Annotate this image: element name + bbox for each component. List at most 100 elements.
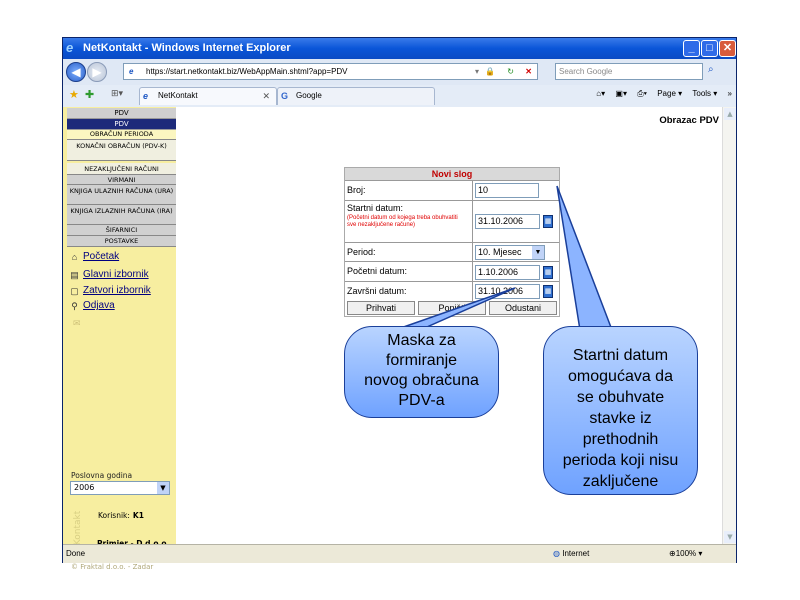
search-icon[interactable]: ⌕	[708, 64, 714, 75]
add-favorites-icon[interactable]: ✚	[85, 88, 94, 101]
tab-close-icon[interactable]: ✕	[262, 88, 270, 104]
reset-button[interactable]: Poništi	[418, 301, 486, 315]
page-menu[interactable]: Page ▾	[657, 89, 682, 98]
status-text: Done	[66, 549, 86, 558]
row-broj: Broj: 10	[345, 180, 559, 201]
search-input[interactable]: Search Google	[555, 63, 703, 80]
address-bar-row: ◀ ▶ e https://start.netkontakt.biz/WebAp…	[63, 59, 736, 85]
minimize-icon[interactable]: _	[683, 40, 700, 57]
callout-right-line: Startni datum	[572, 347, 669, 364]
window-title: NetKontakt - Windows Internet Explorer	[83, 42, 291, 54]
stop-icon[interactable]: ✕	[525, 64, 532, 79]
vertical-scrollbar[interactable]: ▲ ▼	[722, 107, 736, 544]
pocetni-datum-input[interactable]: 1.10.2006	[475, 265, 540, 280]
close-icon[interactable]: ✕	[719, 40, 736, 57]
calendar-icon[interactable]: ▦	[543, 266, 553, 279]
quick-tabs-icon[interactable]: ⊞▾	[111, 89, 123, 99]
maximize-icon[interactable]: □	[701, 40, 718, 57]
period-select-value: 10. Mjesec	[478, 247, 522, 257]
user-info: Korisnik: K1	[98, 511, 144, 520]
cancel-button[interactable]: Odustani	[489, 301, 557, 315]
page-title: Obrazac PDV	[659, 115, 719, 126]
nav-link-zatvori-izbornik[interactable]: ▢ Zatvori izbornik	[69, 285, 151, 297]
title-bar: e NetKontakt - Windows Internet Explorer…	[63, 38, 736, 59]
ie-logo-icon: e	[66, 40, 74, 55]
callout-right-line: se obuhvate	[576, 389, 665, 406]
scroll-down-icon[interactable]: ▼	[724, 531, 736, 543]
google-icon: G	[281, 91, 289, 101]
refresh-icon[interactable]: ↻	[507, 64, 514, 79]
home-icon: ⌂	[71, 252, 78, 262]
zavrsni-label: Završni datum:	[347, 286, 407, 296]
nav-link-pocetak[interactable]: ⌂ Početak	[69, 251, 119, 263]
broj-input[interactable]: 10	[475, 183, 539, 198]
nav-link-odjava[interactable]: ⚲ Odjava	[69, 300, 114, 312]
scroll-up-icon[interactable]: ▲	[724, 108, 736, 120]
print-icon[interactable]: ⎙▾	[637, 89, 647, 98]
row-period: Period: 10. Mjesec ▼	[345, 242, 559, 262]
lock-icon[interactable]: 🔒	[485, 64, 495, 79]
zavrsni-datum-value: 31.10.2006	[478, 286, 524, 296]
callout-right-line: stavke iz	[589, 410, 652, 427]
period-select[interactable]: 10. Mjesec ▼	[475, 245, 545, 260]
year-select-value: 2006	[74, 483, 95, 492]
feeds-icon[interactable]: ▣▾	[615, 89, 627, 98]
callout-left-line: Maska za	[387, 332, 456, 349]
zoom-control[interactable]: ⊕100% ▾	[669, 545, 702, 563]
year-select[interactable]: 2006 ▼	[70, 481, 170, 495]
callout-start-date: Startni datum omogućava da se obuhvate s…	[543, 326, 698, 495]
menu-item-obracun-perioda[interactable]: OBRAČUN PERIODA	[67, 130, 176, 140]
address-field[interactable]: e https://start.netkontakt.biz/WebAppMai…	[123, 63, 538, 80]
favorites-star-icon[interactable]: ★	[69, 88, 79, 101]
chevron-down-icon: ▼	[532, 246, 544, 259]
nav-link-glavni-izbornik[interactable]: ▤ Glavni izbornik	[69, 269, 149, 281]
menu-item-knjiga-ira[interactable]: KNJIGA IZLAZNIH RAČUNA (IRA)	[67, 205, 176, 225]
back-icon[interactable]: ◀	[66, 62, 86, 82]
nav-link-glavni-izbornik-label: Glavni izbornik	[83, 269, 149, 280]
accept-button[interactable]: Prihvati	[347, 301, 415, 315]
close-menu-icon: ▢	[70, 286, 79, 296]
zavrsni-datum-input[interactable]: 31.10.2006	[475, 284, 540, 299]
forward-icon[interactable]: ▶	[87, 62, 107, 82]
sidebar: PDV PDV OBRAČUN PERIODA KONAČNI OBRAČUN …	[63, 107, 176, 571]
zoom-level: 100%	[675, 549, 697, 558]
zoom-icon: ⊕	[669, 549, 676, 558]
page-menu-label: Page	[657, 89, 676, 98]
menu-item-nezakljuceni-racuni[interactable]: NEZAKLJUČENI RAČUNI	[67, 163, 176, 175]
callout-left-line: PDV-a	[398, 392, 445, 409]
home-toolbar-icon[interactable]: ⌂▾	[596, 89, 605, 98]
menu-item-postavke[interactable]: POSTAVKE	[67, 236, 176, 247]
ie-page-icon: e	[143, 91, 149, 101]
sidebar-module-label[interactable]: PDV	[67, 108, 176, 119]
dropdown-icon[interactable]: ▾	[475, 64, 479, 79]
callout-right-line: zaključene	[582, 473, 659, 490]
column-divider	[472, 243, 473, 262]
calendar-icon[interactable]: ▦	[543, 215, 553, 228]
calendar-icon[interactable]: ▦	[543, 285, 553, 298]
callout-left-line: formiranje	[385, 352, 458, 369]
startni-datum-input[interactable]: 31.10.2006	[475, 214, 540, 229]
sidebar-module-selected[interactable]: PDV	[67, 119, 176, 130]
menu-item-knjiga-ura[interactable]: KNJIGA ULAZNIH RAČUNA (URA)	[67, 185, 176, 205]
logout-icon: ⚲	[71, 301, 78, 311]
more-icon[interactable]: »	[728, 89, 732, 98]
menu-item-sifarnici[interactable]: ŠIFARNICI	[67, 225, 176, 236]
tools-menu[interactable]: Tools ▾	[692, 89, 717, 98]
status-bar: Done ◍ Internet ⊕100% ▾	[63, 544, 736, 563]
column-divider	[472, 282, 473, 301]
tab-netkontakt[interactable]: e NetKontakt ✕	[139, 87, 277, 105]
row-zavrsni-datum: Završni datum: 31.10.2006 ▦	[345, 281, 559, 301]
column-divider	[472, 262, 473, 282]
period-label: Period:	[347, 247, 376, 257]
command-bar: ⌂▾ ▣▾ ⎙▾ Page ▾ Tools ▾ »	[588, 89, 732, 99]
main-menu-icon: ▤	[70, 270, 79, 280]
nav-link-pocetak-label: Početak	[83, 251, 120, 262]
new-record-form: Novi slog Broj: 10 Startni datum: (Počet…	[344, 167, 560, 317]
menu-item-konacni-obracun[interactable]: KONAČNI OBRAČUN (PDV-K)	[67, 140, 176, 161]
internet-zone: ◍ Internet	[553, 545, 589, 563]
row-startni-datum: Startni datum: (Početni datum od kojega …	[345, 200, 559, 243]
copyright: © Fraktal d.o.o. - Zadar	[71, 563, 154, 571]
tools-menu-label: Tools	[692, 89, 712, 98]
tab-google[interactable]: G Google	[277, 87, 435, 105]
menu-item-virmani[interactable]: VIRMANI	[67, 175, 176, 185]
